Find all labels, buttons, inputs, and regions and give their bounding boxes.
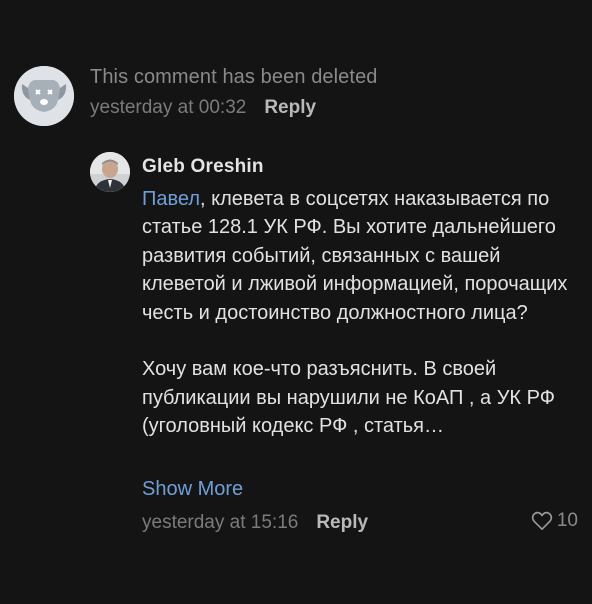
deleted-comment: This comment has been deleted yesterday … <box>14 60 574 130</box>
comment-paragraph-1: Павел, клевета в соцсетях наказывается п… <box>142 185 582 327</box>
reply-comment-meta: yesterday at 15:16 Reply <box>142 512 368 534</box>
heart-icon <box>531 511 553 530</box>
reply-comment-timestamp: yesterday at 15:16 <box>142 512 299 533</box>
reply-comment: Gleb Oreshin Павел, клевета в соцсетях н… <box>90 152 580 542</box>
deleted-comment-reply-button[interactable]: Reply <box>264 97 316 118</box>
show-more-link[interactable]: Show More <box>142 478 243 501</box>
comment-body: Павел, клевета в соцсетях наказывается п… <box>142 185 582 441</box>
comment-paragraph-2: Хочу вам кое-что разъяснить. В своей пуб… <box>142 358 555 438</box>
like-count: 10 <box>556 510 578 531</box>
reply-comment-reply-button[interactable]: Reply <box>316 512 368 533</box>
deleted-comment-meta: yesterday at 00:32 Reply <box>90 97 316 119</box>
deleted-comment-timestamp: yesterday at 00:32 <box>90 97 247 118</box>
like-button[interactable]: 10 <box>531 510 578 532</box>
mention-link[interactable]: Павел <box>142 188 200 210</box>
deleted-user-avatar-icon[interactable] <box>14 66 74 126</box>
author-name[interactable]: Gleb Oreshin <box>142 156 264 178</box>
author-avatar[interactable] <box>90 152 130 192</box>
comment-paragraph-1-text: , клевета в соцсетях наказывается по ста… <box>142 188 568 324</box>
person-photo-icon <box>90 152 130 192</box>
dog-icon <box>14 66 74 126</box>
deleted-comment-text: This comment has been deleted <box>90 66 378 88</box>
